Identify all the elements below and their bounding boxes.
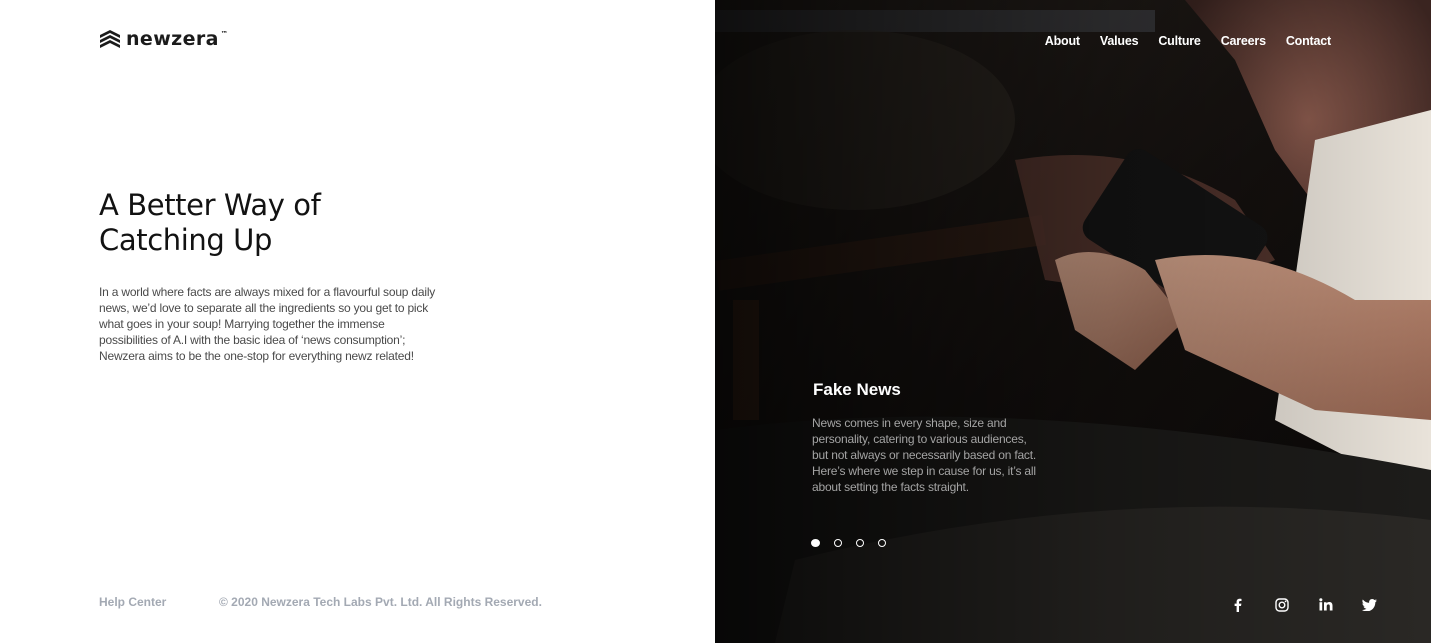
facebook-icon[interactable] (1228, 596, 1247, 613)
trademark-symbol: ™ (220, 30, 228, 38)
slide-title: Fake News (813, 380, 901, 399)
twitter-icon[interactable] (1360, 596, 1379, 613)
hero-intro: In a world where facts are always mixed … (99, 285, 436, 363)
carousel-dot-3[interactable] (856, 539, 864, 547)
left-panel: newzera ™ A Better Way of Catching Up In… (0, 0, 715, 643)
nav-contact[interactable]: Contact (1286, 34, 1331, 48)
carousel-dot-2[interactable] (834, 539, 842, 547)
linkedin-icon[interactable] (1316, 596, 1335, 613)
nav-culture[interactable]: Culture (1158, 34, 1201, 48)
social-links (1228, 596, 1379, 613)
carousel-dot-4[interactable] (878, 539, 886, 547)
hero-headline: A Better Way of Catching Up (99, 188, 321, 257)
main-nav: About Values Culture Careers Contact (1025, 34, 1331, 48)
brand-name: newzera (126, 27, 219, 50)
brand-logo[interactable]: newzera ™ (99, 29, 228, 49)
instagram-icon[interactable] (1272, 596, 1291, 613)
nav-about[interactable]: About (1045, 34, 1080, 48)
carousel-dot-1[interactable] (811, 539, 820, 547)
nav-careers[interactable]: Careers (1221, 34, 1266, 48)
newzera-logo-icon (100, 30, 120, 48)
help-center-link[interactable]: Help Center (99, 595, 166, 609)
right-panel: About Values Culture Careers Contact Fak… (715, 0, 1431, 643)
carousel-dots (811, 539, 886, 547)
slide-description: News comes in every shape, size and pers… (812, 416, 1036, 494)
copyright-text: © 2020 Newzera Tech Labs Pvt. Ltd. All R… (219, 595, 542, 609)
nav-values[interactable]: Values (1100, 34, 1139, 48)
